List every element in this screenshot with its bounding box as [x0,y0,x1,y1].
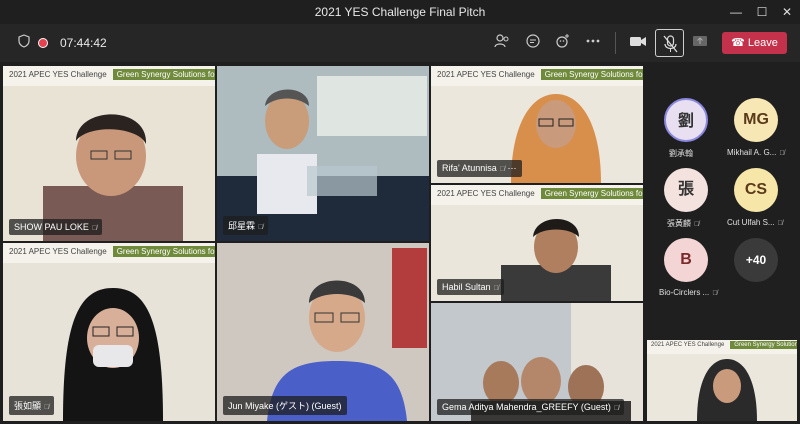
slide-heading: 2021 APEC YES Challenge [437,189,535,198]
video-tile[interactable]: Gema Aditya Mahendra_GREEFY (Guest) 🎙̸ [431,303,643,421]
chat-icon[interactable] [523,33,543,53]
slide-header: 2021 APEC YES Challenge Green Synergy Sol… [3,66,215,86]
avatar-name: Cut Ulfah S... 🎙̸ [727,218,783,227]
participant-name: Habil Sultan 🎙̸ [437,279,504,295]
meeting-toolbar: 07:44:42 ☎ Leave [0,24,800,62]
more-options-icon[interactable] [583,33,603,53]
participant-video-image [217,243,429,421]
video-tile[interactable]: Jun Miyake (ゲスト) (Guest) [217,243,429,421]
minimize-button[interactable]: — [727,3,745,21]
slide-heading: 2021 APEC YES Challenge [437,70,535,79]
slide-banner: Green Synergy Solutions for Green Energy [112,246,215,257]
window-title: 2021 YES Challenge Final Pitch [314,5,486,19]
participant-video-image [501,219,611,301]
video-tile[interactable]: 2021 APEC YES Challenge Green Synergy Sol… [431,185,643,301]
self-view-tile[interactable]: 2021 APEC YES Challenge Green Synergy Sol… [647,340,797,421]
recording-indicator-icon [38,38,48,48]
meeting-timer: 07:44:42 [60,36,107,50]
participant-name: Gema Aditya Mahendra_GREEFY (Guest) 🎙̸ [437,399,625,415]
video-tile[interactable]: 2021 APEC YES Challenge Green Synergy Sol… [3,243,215,421]
mic-muted-icon: 🎙̸ [613,405,620,412]
participant-name: Jun Miyake (ゲスト) (Guest) [223,396,347,415]
slide-header: 2021 APEC YES Challenge Green Synergy Sol… [431,185,643,205]
slide-banner: Green Synergy Solutions for Green Energy [540,188,643,199]
video-tile[interactable]: 2021 APEC YES Challenge Green Synergy Sol… [3,66,215,241]
share-screen-icon[interactable] [690,33,710,53]
avatar-name: Bio-Circlers ... 🎙̸ [659,288,718,297]
participants-icon[interactable] [492,33,512,53]
avatar-name: 張黃麟 🎙̸ [667,219,700,228]
mic-muted-icon: 🎙̸ [499,166,506,173]
leave-button[interactable]: ☎ Leave [722,32,787,54]
slide-banner: Green Synergy Solutions for Green Energy [540,69,643,80]
more-participants-button[interactable]: +40 [734,238,778,282]
avatar-name: Mikhail A. G... 🎙̸ [727,148,785,157]
mic-muted-icon: 🎙̸ [258,224,264,231]
avatar[interactable]: 張 [664,168,708,212]
mic-muted-icon: 🎙̸ [44,404,50,411]
more-options-icon: ⋯ [507,163,517,173]
mic-muted-icon: 🎙̸ [493,285,499,292]
toolbar-divider [615,32,616,54]
slide-heading: 2021 APEC YES Challenge [9,247,107,256]
maximize-button[interactable]: ☐ [753,3,771,21]
participant-name: SHOW PAU LOKE 🎙̸ [9,219,103,235]
reactions-icon[interactable] [553,33,573,53]
slide-heading: 2021 APEC YES Challenge [9,70,107,79]
avatar-name: 劉承翰 [669,149,693,158]
participant-name: 張如顯 🎙̸ [9,396,55,415]
avatar[interactable]: B [664,238,708,282]
mic-muted-icon: 🎙̸ [779,150,785,157]
mic-muted-icon [663,35,678,53]
participant-name: Rifa' Atunnisa 🎙̸ ⋯ [437,160,522,177]
mic-muted-icon: 🎙̸ [694,221,700,228]
avatar[interactable]: MG [734,98,778,142]
shield-icon [14,33,34,53]
mic-muted-icon: 🎙̸ [712,290,718,297]
slide-heading: 2021 APEC YES Challenge [651,342,725,348]
slide-header: 2021 APEC YES Challenge Green Synergy Sol… [431,66,643,86]
mute-button[interactable] [655,29,684,57]
video-tile[interactable]: 2021 APEC YES Challenge Green Synergy Sol… [431,66,643,183]
video-tile[interactable]: 邱星霖 🎙̸ [217,66,429,241]
slide-header: 2021 APEC YES Challenge Green Synergy Sol… [647,340,797,354]
avatar[interactable]: CS [734,168,778,212]
close-button[interactable]: ✕ [778,3,796,21]
slide-header: 2021 APEC YES Challenge Green Synergy Sol… [3,243,215,263]
participant-video-image [217,66,429,241]
camera-icon[interactable] [628,33,648,53]
avatar[interactable]: 劉 [664,98,708,142]
title-bar: 2021 YES Challenge Final Pitch — ☐ ✕ [0,0,800,24]
participant-name: 邱星霖 🎙̸ [223,216,269,235]
mic-muted-icon: 🎙̸ [777,220,783,227]
slide-banner: Green Synergy Solutions for Green Energy [730,341,797,349]
participant-video-image [63,288,163,421]
leave-label: Leave [747,37,778,49]
participant-video-image [697,359,757,421]
phone-hangup-icon: ☎ [731,37,748,49]
slide-banner: Green Synergy Solutions for Green Energy [112,69,215,80]
mic-muted-icon: 🎙̸ [91,225,98,232]
participant-roster: 劉 劉承翰 MG Mikhail A. G... 🎙̸ 張 張黃麟 🎙̸ CS Cu… [645,62,800,352]
